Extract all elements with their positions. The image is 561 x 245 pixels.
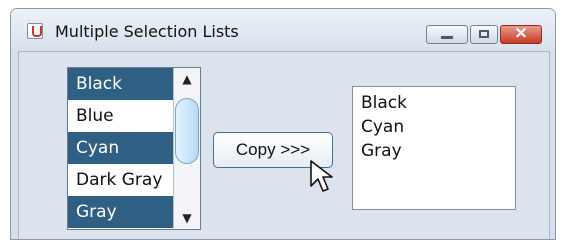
scroll-up-button[interactable]: ▲ (174, 68, 200, 90)
list-item-label: Black (76, 74, 122, 94)
list-item-black[interactable]: Black (68, 68, 173, 100)
list-item-cyan[interactable]: Cyan (68, 132, 173, 164)
minimize-button[interactable] (426, 25, 468, 44)
window-title: Multiple Selection Lists (55, 22, 239, 41)
close-button[interactable]: × (500, 23, 542, 44)
vertical-scrollbar[interactable]: ▲ ▼ (173, 68, 200, 229)
mouse-pointer-icon (310, 160, 333, 192)
maximize-button[interactable] (470, 25, 498, 44)
copied-color-list[interactable]: Black Cyan Gray (352, 86, 516, 210)
title-bar[interactable]: Multiple Selection Lists × (11, 9, 555, 51)
list-item-label: Gray (76, 202, 117, 222)
list-item-dark-gray[interactable]: Dark Gray (68, 164, 173, 196)
scroll-down-icon: ▼ (182, 211, 192, 225)
list-item-label: Cyan (76, 138, 120, 158)
minimize-icon (441, 36, 453, 39)
maximize-icon (479, 30, 489, 38)
copied-list-item[interactable]: Gray (361, 139, 515, 163)
scroll-down-button[interactable]: ▼ (174, 207, 200, 229)
scroll-thumb[interactable] (175, 98, 199, 164)
copied-list-item[interactable]: Black (361, 91, 515, 115)
java-cup-icon (27, 23, 43, 39)
list-item-label: Dark Gray (76, 170, 163, 190)
content-panel: Black Blue Cyan Dark Gray Gray ▲ ▼ Copy … (18, 51, 550, 239)
copied-list-item[interactable]: Cyan (361, 115, 515, 139)
source-color-list[interactable]: Black Blue Cyan Dark Gray Gray ▲ ▼ (67, 67, 201, 230)
application-window: Multiple Selection Lists × Black Blue Cy… (10, 8, 556, 240)
list-item-gray[interactable]: Gray (68, 196, 173, 228)
scroll-up-icon: ▲ (182, 72, 192, 86)
list-item-blue[interactable]: Blue (68, 100, 173, 132)
list-item-label: Blue (76, 106, 114, 126)
close-icon: × (513, 23, 529, 43)
